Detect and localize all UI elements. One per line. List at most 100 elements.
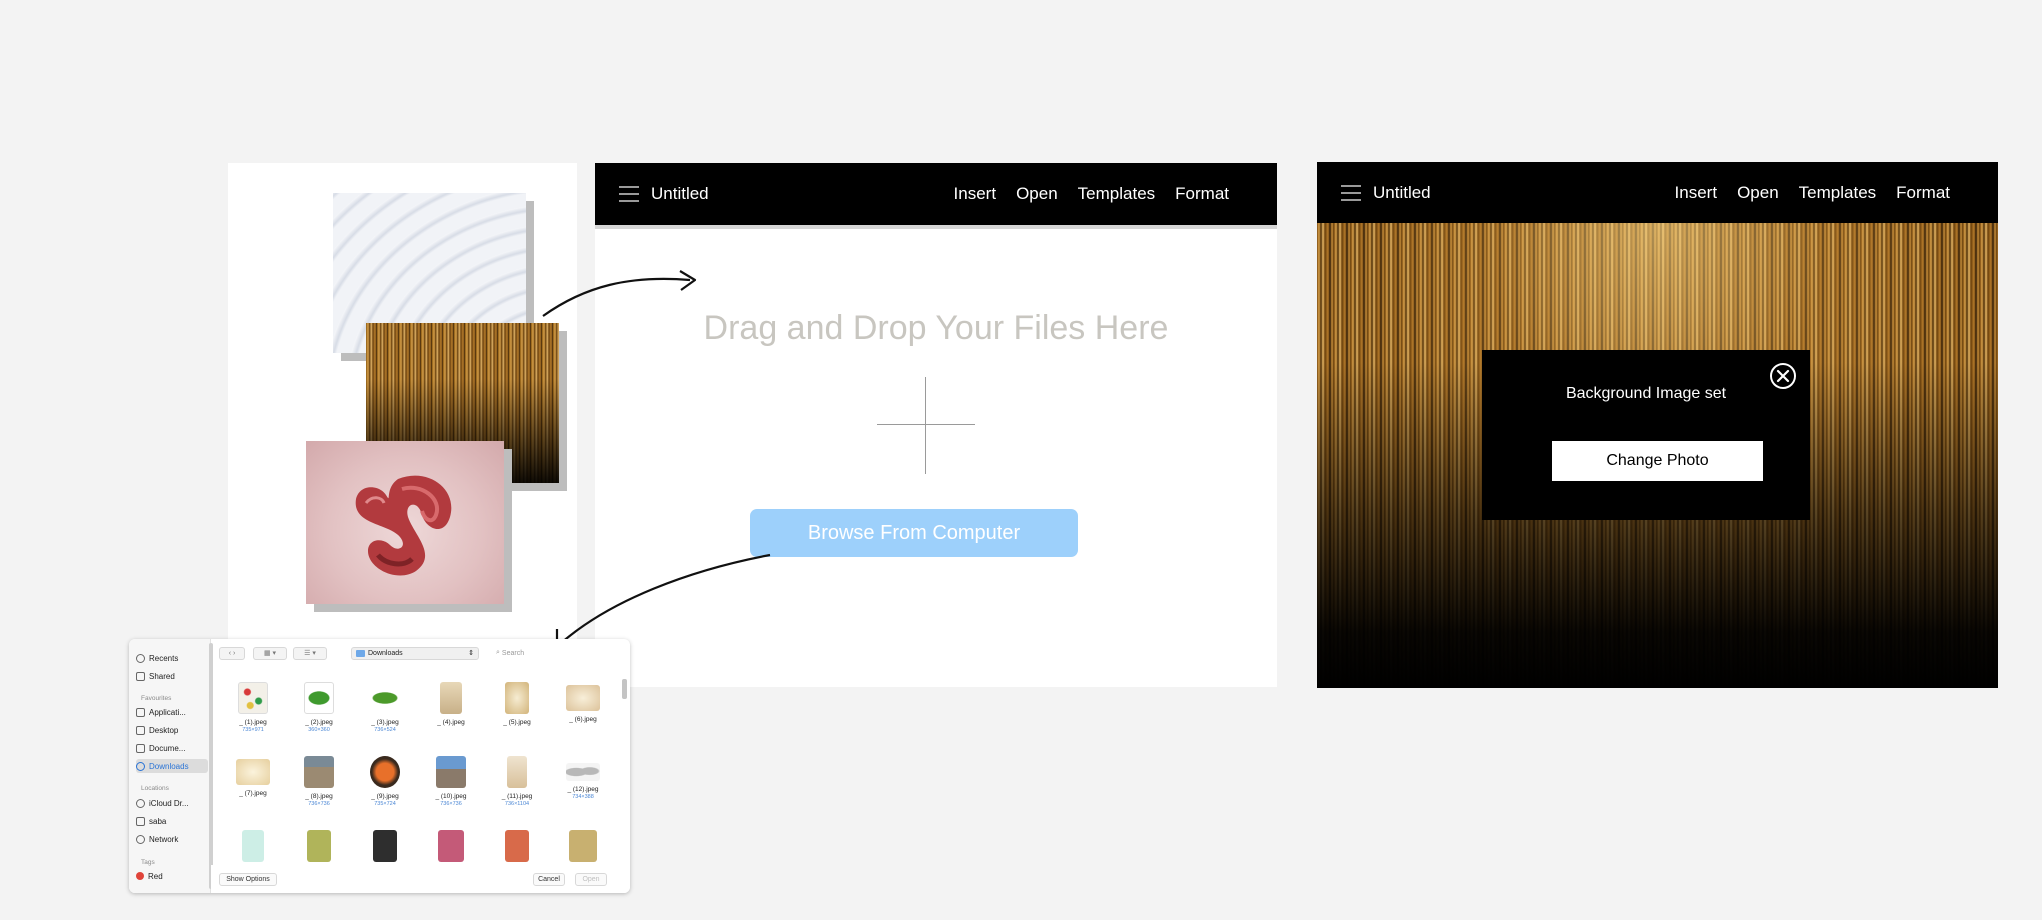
document-title: Untitled xyxy=(651,184,709,203)
open-button[interactable]: Open xyxy=(575,873,607,886)
locations-header: Locations xyxy=(141,785,169,792)
show-options-button[interactable]: Show Options xyxy=(219,873,277,886)
group-by-button[interactable]: ☰ ▾ xyxy=(293,646,327,660)
thumbnail xyxy=(566,685,600,711)
sidebar-item-network[interactable]: Network xyxy=(136,832,208,846)
sidebar-item-tag-red[interactable]: Red xyxy=(136,869,208,883)
drop-zone-title: Drag and Drop Your Files Here xyxy=(703,309,1169,347)
file-item[interactable]: _ (11).jpeg 736×1104 xyxy=(484,756,550,807)
file-item[interactable] xyxy=(220,830,286,862)
thumbnail xyxy=(566,763,600,781)
sidebar-scrollbar[interactable] xyxy=(209,643,213,889)
file-item[interactable]: _ (8).jpeg 736×736 xyxy=(286,756,352,807)
cloud-icon xyxy=(136,798,145,808)
document-icon xyxy=(136,743,145,753)
cancel-button[interactable]: Cancel xyxy=(533,873,565,886)
nav-templates[interactable]: Templates xyxy=(1799,183,1876,203)
file-item[interactable]: _ (4).jpeg xyxy=(418,682,484,727)
thumbnail xyxy=(507,756,527,788)
file-item[interactable]: _ (5).jpeg xyxy=(484,682,550,727)
document-title: Untitled xyxy=(1373,182,1431,202)
clock-icon xyxy=(136,653,145,663)
sidebar-item-home[interactable]: saba xyxy=(136,814,208,828)
file-item[interactable] xyxy=(484,830,550,862)
file-item[interactable]: _ (6).jpeg xyxy=(550,682,616,724)
folder-icon xyxy=(356,649,365,657)
globe-icon xyxy=(136,834,145,844)
file-item[interactable] xyxy=(286,830,352,862)
file-item[interactable]: _ (1).jpeg 735×971 xyxy=(220,682,286,733)
file-item[interactable]: _ (2).jpeg 360×360 xyxy=(286,682,352,733)
thumbnail xyxy=(238,682,268,714)
back-forward-buttons[interactable]: ‹ › xyxy=(219,646,245,660)
background-panel: Untitled Insert Open Templates Format Ba… xyxy=(1317,162,1998,688)
sidebar-item-icloud[interactable]: iCloud Dr... xyxy=(136,796,208,810)
plus-icon-vertical[interactable] xyxy=(925,377,926,474)
change-photo-button[interactable]: Change Photo xyxy=(1552,441,1763,481)
sidebar-item-documents[interactable]: Docume... xyxy=(136,741,208,755)
file-item[interactable]: _ (3).jpeg 736×524 xyxy=(352,682,418,733)
red-fabric-shape xyxy=(355,475,452,576)
thumbnail xyxy=(236,759,270,785)
thumbnail xyxy=(436,756,466,788)
thumbnail xyxy=(370,682,400,714)
top-bar: Untitled Insert Open Templates Format xyxy=(595,163,1277,229)
sidebar-item-downloads[interactable]: Downloads xyxy=(136,759,208,773)
top-bar: Untitled Insert Open Templates Format xyxy=(1317,162,1998,223)
search-field[interactable]: ⌕ Search xyxy=(496,647,606,660)
red-tag-icon xyxy=(136,872,144,880)
top-nav: Insert Open Templates Format xyxy=(1675,183,1950,203)
search-icon: ⌕ xyxy=(496,649,500,656)
sidebar-item-shared[interactable]: Shared xyxy=(136,669,208,683)
nav-open[interactable]: Open xyxy=(1737,183,1779,203)
download-icon xyxy=(136,761,145,771)
thumbnail xyxy=(505,830,529,862)
thumbnail xyxy=(307,830,331,862)
finder-sidebar: Recents Shared Favourites Applicati... D… xyxy=(129,639,211,893)
upload-panel: Untitled Insert Open Templates Format Dr… xyxy=(595,163,1277,687)
file-item[interactable] xyxy=(418,830,484,862)
file-item[interactable] xyxy=(352,830,418,862)
nav-templates[interactable]: Templates xyxy=(1078,184,1155,204)
file-item[interactable]: _ (9).jpeg 735×724 xyxy=(352,756,418,807)
finder-footer: Show Options Cancel Open xyxy=(211,865,630,893)
red-fabric-photo[interactable] xyxy=(306,441,512,612)
top-nav: Insert Open Templates Format xyxy=(954,184,1229,204)
file-item[interactable] xyxy=(550,830,616,862)
sidebar-item-desktop[interactable]: Desktop xyxy=(136,723,208,737)
nav-format[interactable]: Format xyxy=(1896,183,1950,203)
nav-insert[interactable]: Insert xyxy=(1675,183,1718,203)
location-dropdown[interactable]: Downloads ⇕ xyxy=(351,646,479,660)
file-picker-dialog: Recents Shared Favourites Applicati... D… xyxy=(129,639,630,893)
thumbnail xyxy=(569,830,597,862)
nav-open[interactable]: Open xyxy=(1016,184,1058,204)
plus-icon[interactable] xyxy=(877,424,975,425)
file-grid-scrollbar[interactable] xyxy=(622,679,627,699)
applications-icon xyxy=(136,707,145,717)
sidebar-item-applications[interactable]: Applicati... xyxy=(136,705,208,719)
nav-insert[interactable]: Insert xyxy=(954,184,997,204)
thumbnail xyxy=(438,830,464,862)
file-item[interactable]: _ (7).jpeg xyxy=(220,756,286,798)
thumbnail xyxy=(370,756,400,788)
thumbnail xyxy=(304,756,334,788)
icon-view-button[interactable]: ▦ ▾ xyxy=(253,646,287,660)
sidebar-item-recents[interactable]: Recents xyxy=(136,651,208,665)
desktop-icon xyxy=(136,725,145,735)
shared-folder-icon xyxy=(136,671,145,681)
image-collage xyxy=(228,163,577,643)
thumbnail xyxy=(373,830,397,862)
modal-title: Background Image set xyxy=(1565,385,1727,402)
finder-toolbar: ‹ › ▦ ▾ ☰ ▾ Downloads ⇕ ⌕ Search xyxy=(219,645,621,661)
hamburger-menu-icon[interactable] xyxy=(619,186,639,202)
nav-format[interactable]: Format xyxy=(1175,184,1229,204)
thumbnail xyxy=(440,682,462,714)
thumbnail xyxy=(242,830,264,862)
file-item[interactable]: _ (12).jpeg 734×388 xyxy=(550,756,616,800)
favourites-header: Favourites xyxy=(141,695,172,702)
browse-button[interactable]: Browse From Computer xyxy=(750,509,1078,557)
updown-chevron-icon: ⇕ xyxy=(468,650,474,657)
thumbnail xyxy=(505,682,529,714)
file-item[interactable]: _ (10).jpeg 736×736 xyxy=(418,756,484,807)
hamburger-menu-icon[interactable] xyxy=(1341,184,1361,201)
